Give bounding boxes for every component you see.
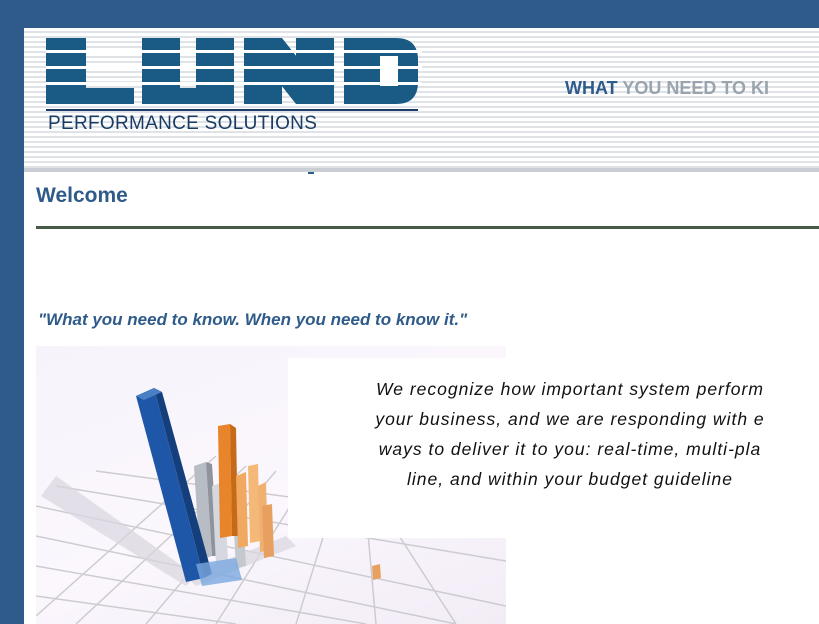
tagline-strong: WHAT: [565, 78, 618, 98]
intro-text: We recognize how important system perfor…: [290, 374, 819, 494]
intro-line: line, and within your budget guideline: [407, 469, 733, 489]
intro-line: We recognize how important system perfor…: [376, 379, 764, 399]
top-frame-bar: [0, 0, 819, 28]
logo-subtitle: PERFORMANCE SOLUTIONS: [48, 113, 318, 134]
title-rule: [36, 226, 819, 229]
intro-line: ways to deliver it to you: real-time, mu…: [378, 439, 762, 459]
header-tagline: WHAT YOU NEED TO KI: [565, 78, 769, 99]
intro-line: your business, and we are responding wit…: [375, 409, 765, 429]
page-title: Welcome: [36, 184, 128, 207]
left-frame-bar: [0, 0, 24, 624]
page: PERFORMANCE SOLUTIONS WHAT YOU NEED TO K…: [0, 0, 819, 624]
tagline-rest: YOU NEED TO KI: [617, 78, 770, 98]
header-divider-mark: [308, 172, 314, 174]
lund-logo-icon: [46, 38, 422, 111]
slogan-quote: "What you need to know. When you need to…: [38, 310, 468, 329]
